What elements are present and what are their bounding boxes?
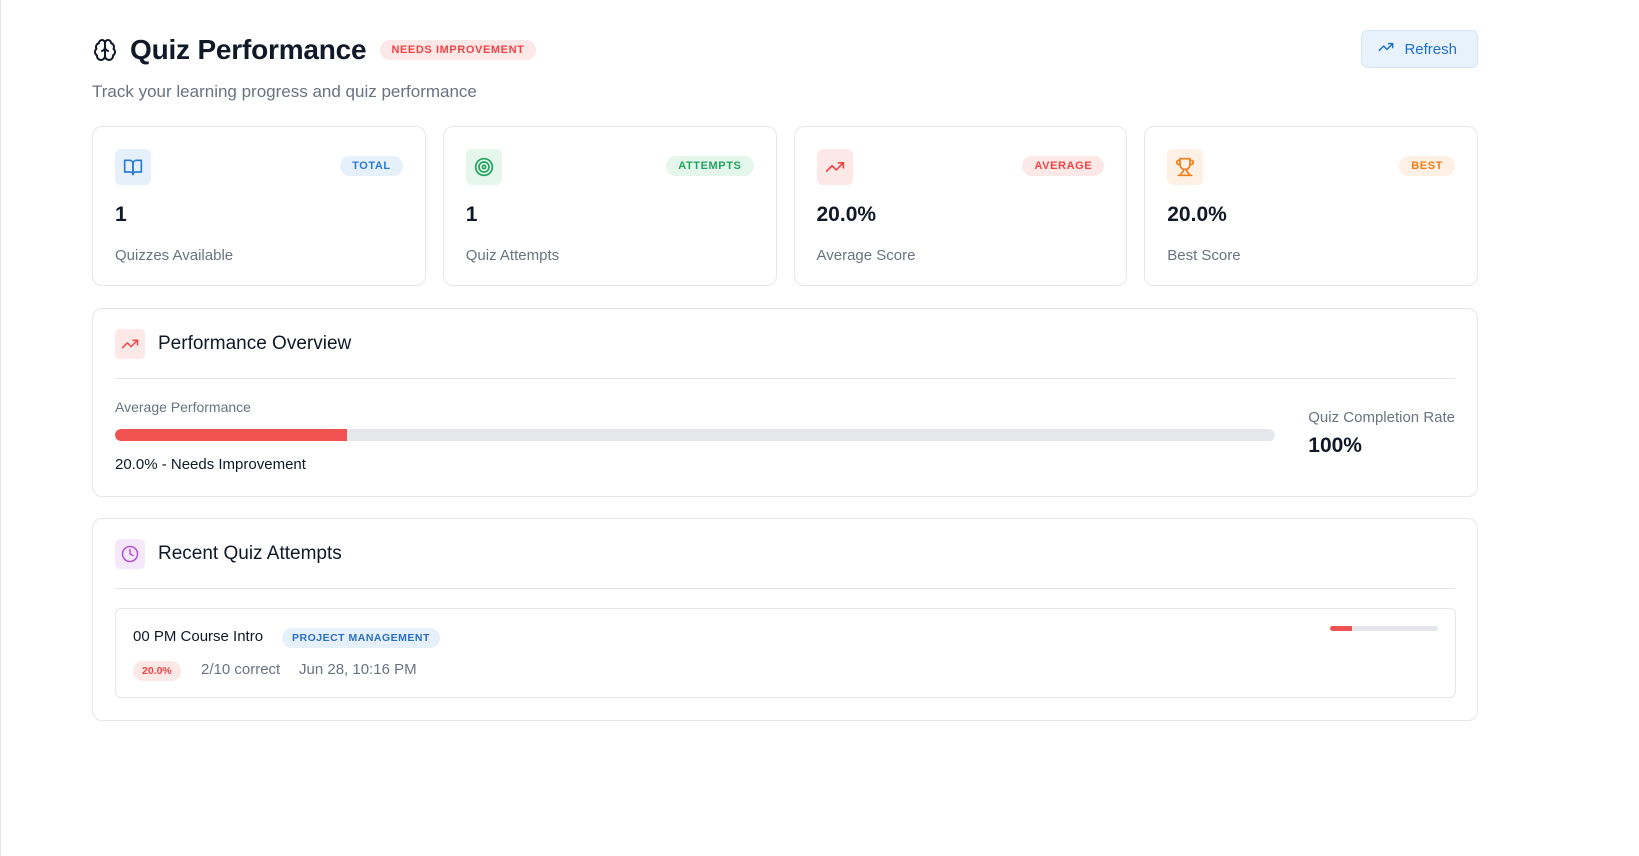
average-performance-label: Average Performance — [115, 399, 251, 415]
correct-count: 2/10 correct — [201, 661, 281, 678]
stat-value-attempts: 1 — [465, 203, 478, 226]
average-performance-text: 20.0% - Needs Improvement — [115, 456, 306, 473]
performance-overview-title: Performance Overview — [158, 332, 352, 354]
performance-overview-body: Average Performance 20.0% - Needs Improv… — [115, 379, 1455, 497]
trending-up-icon — [1378, 39, 1394, 59]
refresh-label: Refresh — [1404, 40, 1457, 58]
attempt-score-bar-fill — [1330, 626, 1352, 631]
attempt-score-bar — [1330, 626, 1438, 631]
target-icon — [465, 149, 502, 185]
average-performance-bar — [115, 429, 1275, 441]
stat-card-best: BEST 20.0% Best Score — [1144, 126, 1478, 286]
recent-attempts-header: Recent Quiz Attempts — [115, 519, 1455, 589]
stats-row: TOTAL 1 Quizzes Available ATTEMPTS 1 Qui… — [92, 126, 1478, 286]
page-left-border — [0, 0, 1, 856]
stat-badge-average: AVERAGE — [1022, 156, 1105, 176]
completion-rate-label: Quiz Completion Rate — [1308, 409, 1455, 426]
score-badge: 20.0% — [133, 661, 181, 681]
status-badge: NEEDS IMPROVEMENT — [380, 40, 536, 60]
stat-badge-best: BEST — [1399, 156, 1455, 176]
stat-card-total: TOTAL 1 Quizzes Available — [92, 126, 426, 286]
clock-icon — [115, 538, 145, 569]
page-header: Quiz Performance NEEDS IMPROVEMENT Track… — [92, 30, 1478, 102]
performance-overview-panel: Performance Overview Average Performance… — [92, 308, 1478, 497]
stat-badge-attempts: ATTEMPTS — [666, 156, 754, 176]
stat-card-average: AVERAGE 20.0% Average Score — [793, 126, 1128, 286]
quiz-performance-page: Quiz Performance NEEDS IMPROVEMENT Track… — [92, 30, 1478, 721]
stat-label-best: Best Score — [1167, 247, 1241, 264]
completion-rate-value: 100% — [1308, 434, 1362, 457]
trophy-icon — [1167, 149, 1204, 185]
stat-label-average: Average Score — [816, 247, 916, 264]
attempt-card[interactable]: 00 PM Course Intro PROJECT MANAGEMENT 20… — [115, 608, 1456, 698]
refresh-button[interactable]: Refresh — [1361, 30, 1478, 68]
stat-label-total: Quizzes Available — [115, 247, 234, 264]
brain-icon — [92, 37, 118, 63]
stat-value-best: 20.0% — [1167, 203, 1227, 226]
book-icon — [115, 149, 151, 185]
page-subtitle: Track your learning progress and quiz pe… — [92, 82, 477, 101]
category-badge: PROJECT MANAGEMENT — [282, 628, 440, 648]
attempt-title: 00 PM Course Intro — [133, 628, 264, 645]
performance-overview-header: Performance Overview — [115, 309, 1455, 379]
trending-up-icon — [115, 328, 145, 359]
stat-badge-total: TOTAL — [340, 156, 403, 176]
average-performance-bar-fill — [115, 429, 347, 441]
stat-value-average: 20.0% — [816, 203, 877, 226]
stat-card-attempts: ATTEMPTS 1 Quiz Attempts — [442, 126, 777, 286]
completion-rate: Quiz Completion Rate 100% — [1308, 409, 1455, 458]
stat-label-attempts: Quiz Attempts — [465, 247, 560, 264]
trending-up-icon — [816, 149, 853, 185]
page-title: Quiz Performance — [130, 34, 367, 65]
stat-value-total: 1 — [115, 203, 127, 226]
attempt-date: Jun 28, 10:16 PM — [299, 661, 417, 678]
recent-attempts-panel: Recent Quiz Attempts 00 PM Course Intro … — [92, 518, 1478, 721]
recent-attempts-title: Recent Quiz Attempts — [158, 542, 342, 564]
title-row: Quiz Performance NEEDS IMPROVEMENT — [92, 30, 1478, 70]
